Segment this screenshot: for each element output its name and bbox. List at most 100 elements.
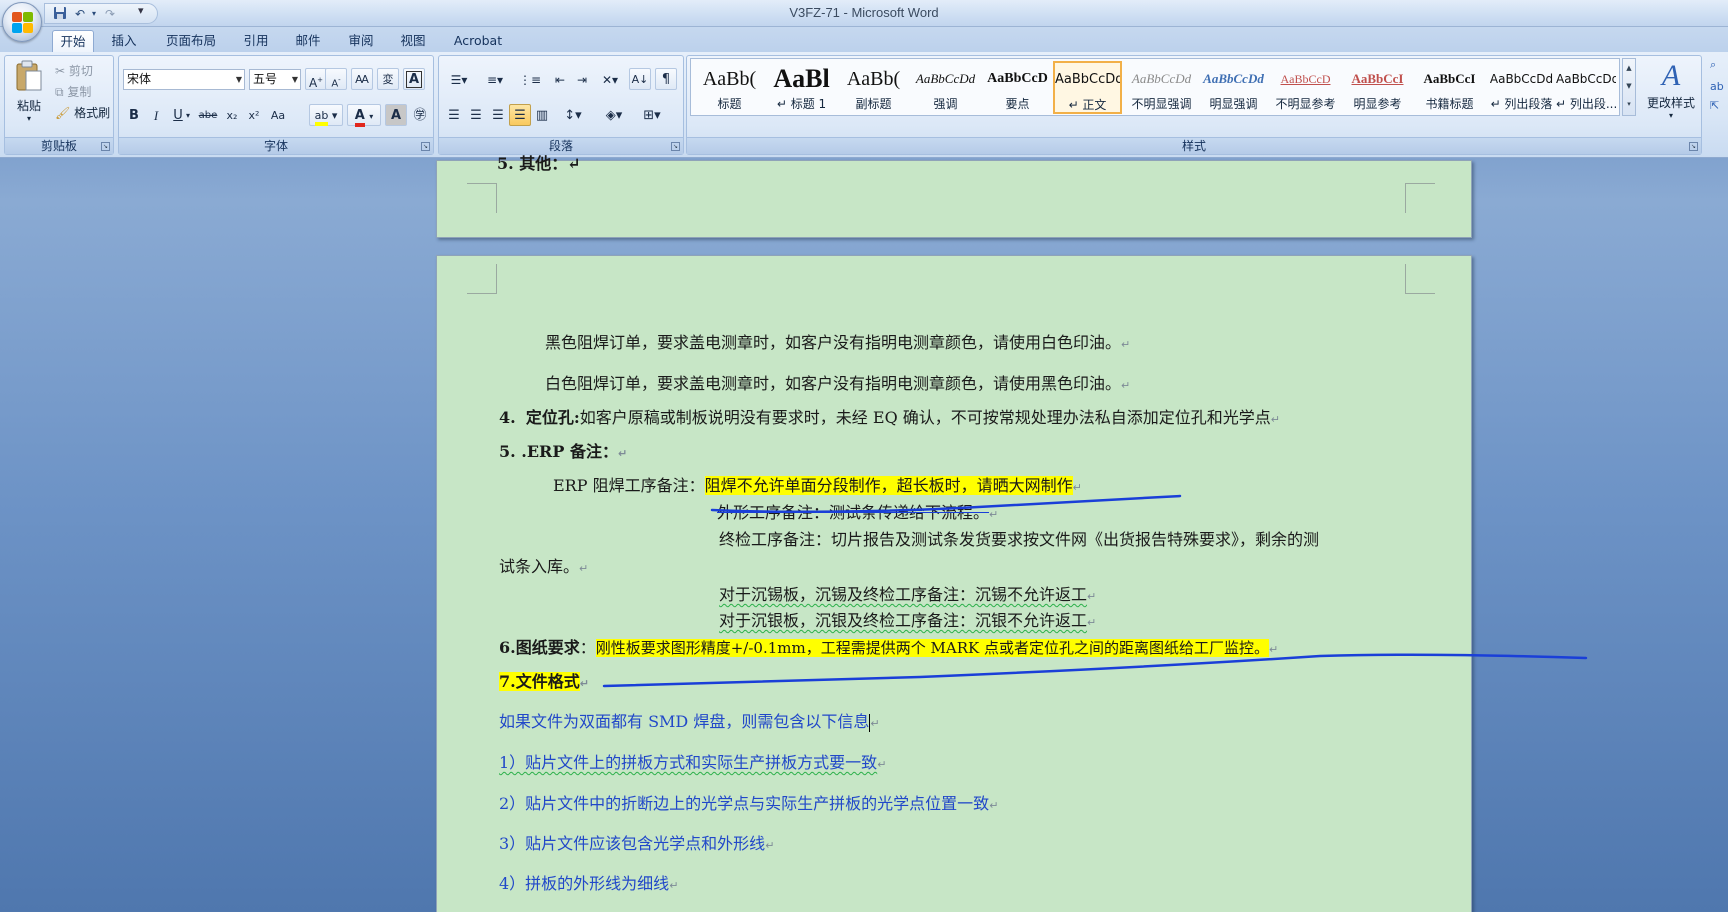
doc-heading[interactable]: 7.文件格式↵ [499,671,589,695]
doc-line[interactable]: ERP 阻焊工序备注：阻焊不允许单面分段制作，超长板时，请晒大网制作↵ [553,475,1082,499]
underline-dropdown-icon[interactable]: ▾ [183,104,193,126]
style-title[interactable]: AaBb( 标题 [695,61,764,114]
tab-acrobat[interactable]: Acrobat [451,30,505,52]
doc-line[interactable]: 黑色阻焊订单，要求盖电测章时，如客户没有指明电测章颜色，请使用白色印油。↵ [545,332,1130,356]
tab-insert[interactable]: 插入 [106,30,142,52]
line-spacing-button[interactable]: ↕▾ [557,104,589,126]
clipboard-group: 粘贴 ▾ ✂ 剪切 ⧉ 复制 🖌 格式刷 剪贴板 ↘ [4,55,114,155]
doc-list-item[interactable]: 2）贴片文件中的折断边上的光学点与实际生产拼板的光学点位置一致↵ [499,793,998,817]
brush-icon: 🖌 [55,106,71,120]
multilevel-list-button[interactable]: ⋮≡ [515,68,545,90]
tab-review[interactable]: 审阅 [343,30,379,52]
change-styles-label: 更改样式 [1646,96,1695,110]
tab-references[interactable]: 引用 [238,30,274,52]
grow-font-button[interactable]: A+ [305,68,327,90]
sort-button[interactable]: A↓ [629,68,651,90]
chevron-down-icon: ▾ [1668,111,1673,120]
distributed-button[interactable]: ▥ [531,104,553,126]
office-button[interactable] [2,2,42,42]
style-list-paragraph-2[interactable]: AaBbCcDd ↵ 列出段... [1555,61,1617,114]
bold-button[interactable]: B [123,104,145,126]
char-shading-button[interactable]: A [385,104,407,126]
clear-format-button[interactable]: Ꜳ [351,68,373,90]
tab-home[interactable]: 开始 [52,30,94,52]
title-bar: ↶ ▾ ↷ ▾ V3FZ-71 - Microsoft Word [0,0,1728,27]
tab-mailings[interactable]: 邮件 [290,30,326,52]
clipboard-launcher-icon[interactable]: ↘ [101,142,110,151]
tab-page-layout[interactable]: 页面布局 [160,30,222,52]
font-size-select[interactable]: 五号 ▼ [249,69,301,90]
font-name-value: 宋体 [127,72,152,86]
style-emphasis[interactable]: AaBbCcDd 强调 [911,61,980,114]
style-strong[interactable]: AaBbCcD 要点 [983,61,1052,114]
doc-line-deleted[interactable]: 外形工序备注：测试条传递给下流程。↵ [717,502,998,526]
editing-group-partial: ⌕ ab ⇱ [1710,58,1728,112]
align-left-button[interactable]: ☰ [443,104,465,126]
align-center-button[interactable]: ☰ [465,104,487,126]
tab-view[interactable]: 视图 [395,30,431,52]
doc-list-item[interactable]: 3）贴片文件应该包含光学点和外形线↵ [499,833,774,857]
style-list-paragraph[interactable]: AaBbCcDd ↵ 列出段落 [1487,61,1556,114]
find-icon[interactable]: ⌕ [1710,58,1728,72]
style-subtle-reference[interactable]: AaBbCcD 不明显参考 [1271,61,1340,114]
doc-line[interactable]: 试条入库。↵ [499,556,588,580]
format-painter-button[interactable]: 🖌 格式刷 [55,104,110,121]
increase-indent-button[interactable]: ⇥ [571,68,593,90]
superscript-button[interactable]: x² [243,104,265,126]
borders-button[interactable]: ⊞▾ [635,104,669,126]
select-icon[interactable]: ⇱ [1710,99,1728,112]
doc-line[interactable]: 6.图纸要求：刚性板要求图形精度+/-0.1mm，工程需提供两个 MARK 点或… [499,637,1278,661]
cut-button[interactable]: ✂ 剪切 [55,62,93,79]
style-subtle-emphasis[interactable]: AaBbCcDd 不明显强调 [1127,61,1196,114]
gallery-up-icon[interactable]: ▲ [1623,59,1635,77]
doc-line[interactable]: 终检工序备注：切片报告及测试条发货要求按文件网《出货报告特殊要求》，剩余的测 [719,529,1319,551]
gallery-more-icon[interactable]: ▾ [1623,95,1635,113]
bullets-button[interactable]: ☰▾ [443,68,475,90]
paragraph-launcher-icon[interactable]: ↘ [671,142,680,151]
styles-gallery-scroll[interactable]: ▲ ▼ ▾ [1622,58,1636,116]
style-intense-emphasis[interactable]: AaBbCcDd 明显强调 [1199,61,1268,114]
style-book-title[interactable]: AaBbCcI 书籍标题 [1415,61,1484,114]
style-subtitle[interactable]: AaBb( 副标题 [839,61,908,114]
chinese-layout-button[interactable]: ✕▾ [595,68,625,90]
enclose-char-button[interactable]: ㊫ [409,104,431,126]
replace-icon[interactable]: ab [1710,80,1728,93]
doc-line-previous-heading[interactable]: 5. 其他：↵ [497,153,581,175]
change-case-button[interactable]: Aa [267,104,289,126]
doc-line-blue[interactable]: 如果文件为双面都有 SMD 焊盘，则需包含以下信息↵ [499,711,880,735]
style-heading-1[interactable]: AaBl ↵ 标题 1 [767,61,836,114]
doc-line[interactable]: 白色阻焊订单，要求盖电测章时，如客户没有指明电测章颜色，请使用黑色印油。↵ [545,373,1130,397]
phonetic-guide-button[interactable]: 変 [377,68,399,90]
show-marks-button[interactable]: ¶ [655,68,677,90]
doc-list-item[interactable]: 4）拼板的外形线为细线↵ [499,873,678,897]
doc-heading[interactable]: 5. .ERP 备注：↵ [499,441,627,465]
shading-button[interactable]: ◈▾ [597,104,631,126]
doc-line[interactable]: 对于沉银板，沉银及终检工序备注：沉银不允许返工↵ [719,610,1096,634]
paragraph-group: ☰▾ ≡▾ ⋮≡ ⇤ ⇥ ✕▾ A↓ ¶ ☰ ☰ ☰ ☰ ▥ ↕▾ ◈▾ ⊞▾ … [438,55,684,155]
doc-list-item[interactable]: 1）贴片文件上的拼板方式和实际生产拼板方式要一致↵ [499,752,886,776]
char-border-button[interactable]: A [403,68,425,90]
gallery-down-icon[interactable]: ▼ [1623,77,1635,95]
change-styles-button[interactable]: A 更改样式 ▾ [1644,58,1698,120]
justify-button[interactable]: ☰ [509,104,531,126]
copy-button[interactable]: ⧉ 复制 [55,83,91,100]
decrease-indent-button[interactable]: ⇤ [549,68,571,90]
cut-label: 剪切 [68,64,93,78]
shrink-font-button[interactable]: A- [325,68,347,90]
font-launcher-icon[interactable]: ↘ [421,142,430,151]
subscript-button[interactable]: x₂ [221,104,243,126]
style-normal[interactable]: AaBbCcDd ↵ 正文 [1053,61,1122,114]
paste-button[interactable]: 粘贴 ▾ [11,60,47,130]
font-color-button[interactable]: A ▾ [347,104,381,127]
italic-button[interactable]: I [145,104,167,126]
align-right-button[interactable]: ☰ [487,104,509,126]
doc-line[interactable]: 4. 定位孔:如客户原稿或制板说明没有要求时，未经 EQ 确认，不可按常规处理办… [499,407,1280,431]
styles-launcher-icon[interactable]: ↘ [1689,142,1698,151]
font-name-select[interactable]: 宋体 ▼ [123,69,245,90]
doc-line[interactable]: 对于沉锡板，沉锡及终检工序备注：沉锡不允许返工↵ [719,584,1096,608]
highlight-color-button[interactable]: ab ▾ [309,104,343,126]
strikethrough-button[interactable]: abe [197,104,219,126]
style-intense-reference[interactable]: AaBbCcI 明显参考 [1343,61,1412,114]
numbering-button[interactable]: ≡▾ [479,68,511,90]
chevron-down-icon: ▼ [291,75,298,84]
